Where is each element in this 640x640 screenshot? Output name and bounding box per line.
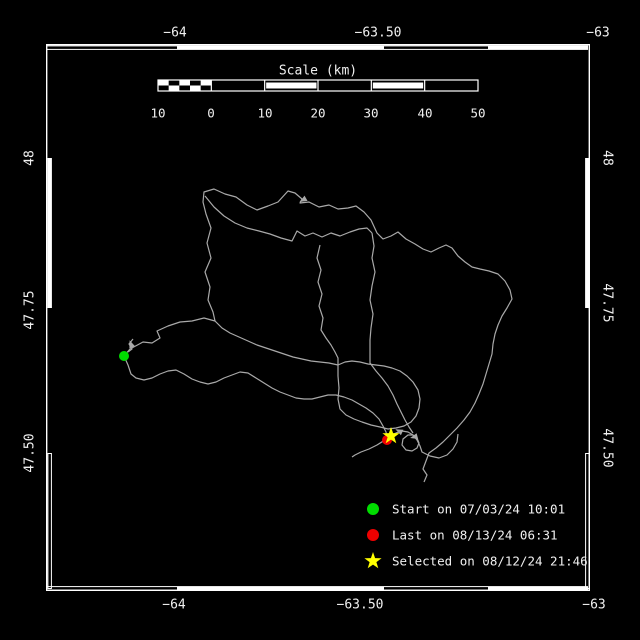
track-polyline [390, 431, 458, 458]
scalebar-number: 40 [417, 106, 432, 121]
lat-tick-label-right: 47.50 [600, 428, 615, 467]
track-polyline [317, 245, 338, 365]
legend-label-selected: Selected on 08/12/24 21:46 [392, 554, 588, 569]
lat-tick-label-right: 47.75 [600, 283, 615, 322]
track-polyline [352, 440, 385, 457]
frame-segment [47, 158, 52, 308]
track-polyline [124, 356, 387, 437]
scalebar-number: 10 [150, 106, 165, 121]
scalebar-number: 30 [363, 106, 378, 121]
frame-segment [384, 46, 489, 50]
scalebar-number: 10 [257, 106, 272, 121]
scalebar-checker [158, 80, 169, 86]
frame-segment [48, 454, 52, 589]
frame-segment [489, 586, 588, 591]
scalebar-checker [179, 80, 190, 86]
frame-segment [178, 45, 383, 50]
legend-marker-circle [367, 503, 379, 515]
scalebar-number: 50 [470, 106, 485, 121]
scalebar-fill [266, 83, 316, 89]
lon-tick-label-top: −63.50 [355, 26, 402, 41]
lat-tick-label-left: 47.50 [23, 433, 38, 472]
track-polyline [370, 233, 413, 433]
lon-tick-label-bottom: −63 [582, 598, 605, 613]
legend-label-start: Start on 07/03/24 10:01 [392, 502, 565, 517]
legend-label-last: Last on 08/13/24 06:31 [392, 528, 558, 543]
lon-tick-label-top: −63 [586, 26, 609, 41]
scalebar-title: Scale (km) [279, 64, 357, 79]
start-position-marker [119, 351, 129, 361]
scalebar-number: 0 [207, 106, 215, 121]
trajectory-map-canvas [0, 0, 640, 640]
track-polyline [124, 189, 512, 482]
lat-tick-label-left: 48 [23, 150, 38, 166]
legend-marker-circle [367, 529, 379, 541]
frame-segment [178, 586, 383, 591]
lat-tick-label-right: 48 [600, 150, 615, 166]
scalebar-checker [190, 86, 201, 92]
track-polyline [215, 321, 338, 365]
frame-segment [585, 158, 590, 308]
lon-tick-label-bottom: −63.50 [337, 598, 384, 613]
frame-segment [384, 587, 489, 591]
scalebar-checker [201, 80, 212, 86]
lon-tick-label-top: −64 [163, 26, 186, 41]
frame-segment [489, 45, 588, 50]
trajectory-plot-figure: −64 −63.50 −63 −64 −63.50 −63 48 47.75 4… [0, 0, 640, 640]
frame-segment [47, 587, 178, 591]
lat-tick-label-left: 47.75 [23, 290, 38, 329]
scalebar-fill [373, 83, 423, 89]
lon-tick-label-bottom: −64 [162, 598, 185, 613]
scalebar-checker [169, 86, 180, 92]
frame-segment [47, 46, 178, 50]
legend-marker-star [364, 552, 381, 568]
scalebar-number: 20 [310, 106, 325, 121]
track-polyline [205, 196, 372, 241]
